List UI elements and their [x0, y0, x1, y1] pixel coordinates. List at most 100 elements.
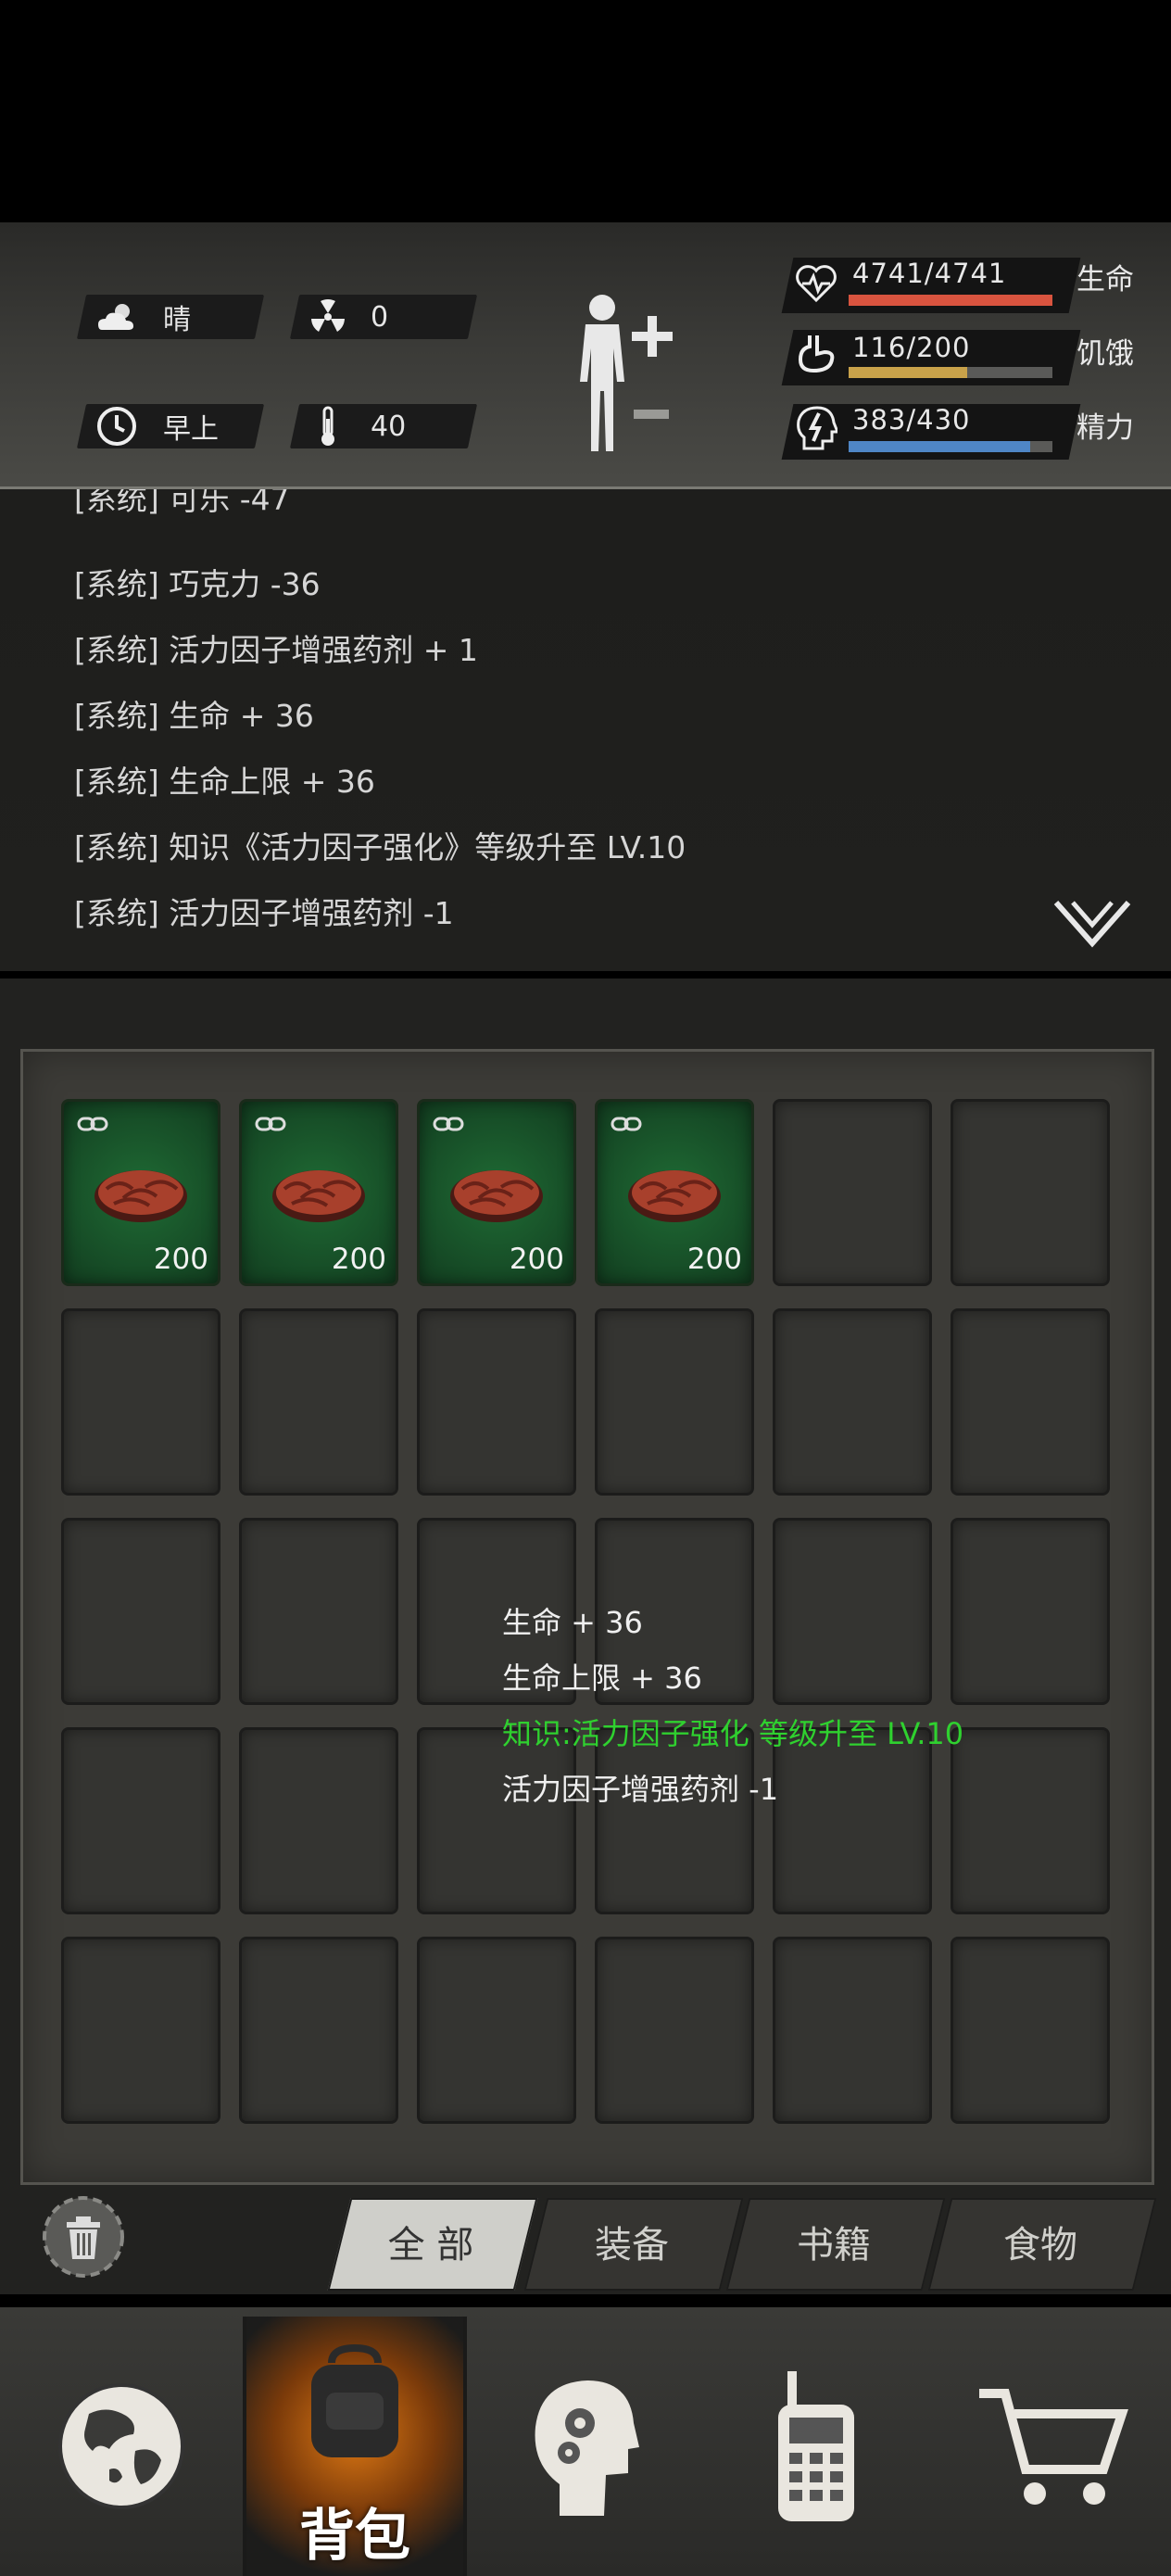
steak-icon [270, 1165, 368, 1228]
bound-link-icon [77, 1115, 108, 1137]
log-line: [系统] 活力因子增强药剂 -1 [74, 895, 454, 931]
radiation-value: 0 [371, 300, 389, 334]
inventory-slot-empty[interactable] [595, 1937, 754, 2124]
heart-rate-icon [795, 261, 837, 308]
inventory-slot-empty[interactable] [595, 1308, 754, 1496]
brain-energy-icon [795, 404, 840, 456]
toast-line: 生命上限 + 36 [502, 1661, 702, 1696]
inventory-slot-empty[interactable] [61, 1727, 220, 1914]
inventory-slot-steak[interactable]: 200 [61, 1099, 220, 1286]
log-expand-button[interactable] [1052, 897, 1132, 951]
cloud-sun-icon [93, 295, 141, 339]
body-figure-icon [580, 295, 673, 451]
life-value: 4741/4741 [852, 258, 1007, 289]
inventory-slot-empty[interactable] [239, 1308, 398, 1496]
inventory-slot-empty[interactable] [773, 1308, 932, 1496]
weather-label: 晴 [163, 304, 191, 336]
time-label: 早上 [163, 413, 219, 446]
nav-map[interactable] [0, 2317, 243, 2576]
inventory-slot-empty[interactable] [61, 1518, 220, 1705]
hunger-bar-fill [849, 367, 967, 378]
tab-books-label: 书籍 [797, 2224, 871, 2267]
log-line: [系统] 生命 + 36 [74, 698, 314, 734]
toast-line: 知识:活力因子强化 等级升至 LV.10 [502, 1716, 964, 1751]
inventory-slot-empty[interactable] [417, 1937, 576, 2124]
inventory-slot-steak[interactable]: 200 [239, 1099, 398, 1286]
cart-icon [979, 2389, 1128, 2505]
inventory-slot-steak[interactable]: 200 [595, 1099, 754, 1286]
inventory-slot-empty[interactable] [239, 1727, 398, 1914]
steak-icon [92, 1165, 190, 1228]
life-bar-fill [849, 295, 1052, 306]
hunger-bar [849, 367, 1052, 378]
hunger-value: 116/200 [852, 332, 971, 363]
steak-icon [447, 1165, 546, 1228]
toast-line: 生命 + 36 [502, 1605, 643, 1640]
inventory-slot-empty[interactable] [773, 1727, 932, 1914]
item-quantity: 200 [153, 1243, 208, 1276]
inventory-slot-empty[interactable] [417, 1727, 576, 1914]
radio-icon [778, 2371, 854, 2521]
life-label: 生命 [1077, 263, 1134, 297]
energy-bar-fill [849, 441, 1030, 452]
nav-skills[interactable] [467, 2317, 699, 2576]
log-line: [系统] 巧克力 -36 [74, 566, 321, 602]
temperature-value: 40 [371, 410, 407, 443]
discard-button[interactable] [41, 2194, 126, 2279]
body-status-button[interactable] [556, 289, 686, 456]
log-line: [系统] 生命上限 + 36 [74, 764, 375, 800]
inventory-slot-empty[interactable] [773, 1099, 932, 1286]
toast-line: 活力因子增强药剂 -1 [502, 1772, 779, 1807]
inventory-slot-empty[interactable] [61, 1308, 220, 1496]
nav-backpack-label: 背包 [299, 2504, 410, 2569]
bound-link-icon [433, 1115, 464, 1137]
inventory-slot-empty[interactable] [951, 1308, 1110, 1496]
log-line: [系统] 可乐 -47 [74, 489, 290, 517]
chevron-down-icon [1053, 901, 1131, 948]
temperature-indicator[interactable]: 40 [304, 404, 406, 448]
item-quantity: 200 [686, 1243, 742, 1276]
tab-food-label: 食物 [1003, 2224, 1077, 2267]
inventory-slot-empty[interactable] [951, 1727, 1110, 1914]
inventory-slot-empty[interactable] [239, 1518, 398, 1705]
skills-head-icon [535, 2380, 639, 2516]
life-bar [849, 295, 1052, 306]
nav-backpack[interactable]: 背包 [246, 2317, 463, 2576]
inventory-slot-empty[interactable] [61, 1937, 220, 2124]
tab-all-label: 全 部 [387, 2224, 474, 2267]
energy-bar [849, 441, 1052, 452]
log-line: [系统] 知识《活力因子强化》等级升至 LV.10 [74, 829, 686, 865]
radiation-indicator[interactable]: 0 [304, 295, 388, 339]
stomach-icon [797, 332, 837, 378]
clock-icon [93, 404, 141, 448]
inventory-slot-empty[interactable] [951, 1099, 1110, 1286]
hunger-label: 饥饿 [1077, 337, 1134, 371]
inventory-slot-empty[interactable] [951, 1518, 1110, 1705]
thermometer-icon [304, 404, 352, 448]
energy-label: 精力 [1077, 411, 1134, 445]
weather-indicator[interactable]: 晴 [93, 295, 191, 339]
steak-icon [625, 1165, 724, 1228]
inventory-slot-empty[interactable] [417, 1308, 576, 1496]
bound-link-icon [255, 1115, 286, 1137]
energy-value: 383/430 [852, 404, 971, 436]
tab-equipment-label: 装备 [595, 2224, 669, 2267]
bound-link-icon [611, 1115, 642, 1137]
trash-icon [43, 2196, 124, 2278]
radiation-icon [304, 295, 352, 339]
backpack-icon [311, 2343, 398, 2457]
inventory-slot-empty[interactable] [773, 1937, 932, 2124]
item-quantity: 200 [331, 1243, 386, 1276]
inventory-slot-empty[interactable] [239, 1937, 398, 2124]
inventory-slot-empty[interactable] [951, 1937, 1110, 2124]
globe-icon [58, 2383, 184, 2509]
inventory-slot-empty[interactable] [595, 1727, 754, 1914]
inventory-slot-empty[interactable] [773, 1518, 932, 1705]
item-quantity: 200 [509, 1243, 564, 1276]
message-log[interactable]: [系统] 可乐 -47 [系统] 巧克力 -36 [系统] 活力因子增强药剂 +… [0, 489, 1171, 971]
time-indicator[interactable]: 早上 [93, 404, 219, 448]
inventory-slot-steak[interactable]: 200 [417, 1099, 576, 1286]
nav-radio[interactable] [699, 2317, 934, 2576]
log-line: [系统] 活力因子增强药剂 + 1 [74, 632, 478, 668]
nav-shop[interactable] [934, 2317, 1171, 2576]
